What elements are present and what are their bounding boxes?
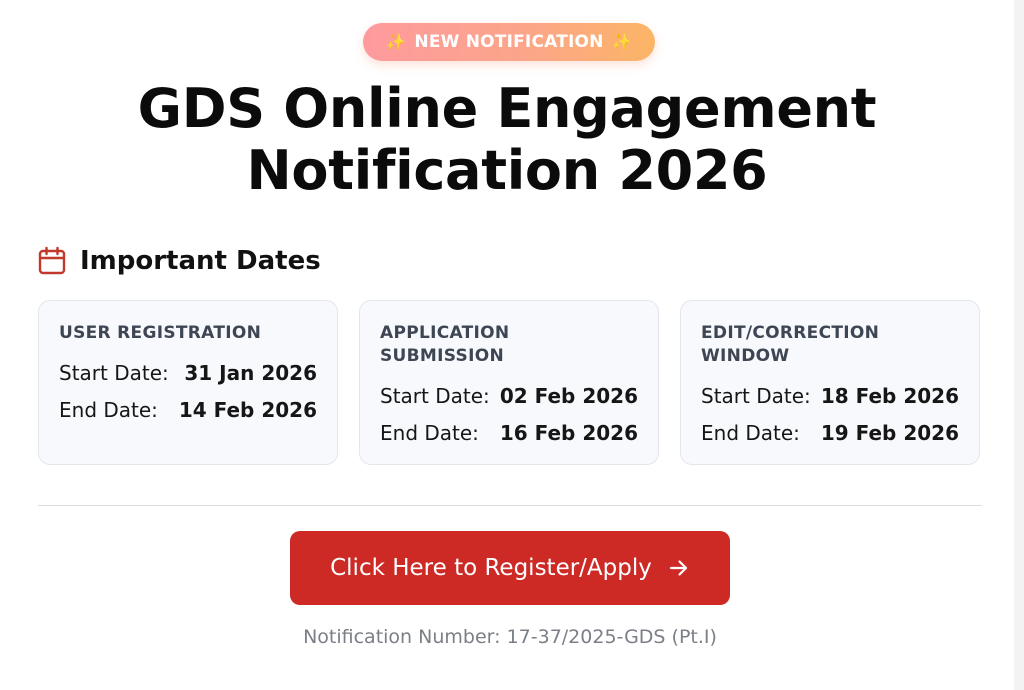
start-date-label: Start Date: <box>701 384 811 408</box>
register-apply-button[interactable]: Click Here to Register/Apply <box>290 531 730 605</box>
start-date-row: Start Date: 18 Feb 2026 <box>701 378 959 415</box>
sparkle-icon: ✨ <box>611 32 632 51</box>
start-date-value: 18 Feb 2026 <box>820 384 959 408</box>
important-dates-header: Important Dates <box>38 241 321 281</box>
end-date-label: End Date: <box>701 421 800 445</box>
notification-page: ✨ NEW NOTIFICATION ✨ GDS Online Engageme… <box>0 0 1014 690</box>
start-date-label: Start Date: <box>380 384 490 408</box>
notification-number: Notification Number: 17-37/2025-GDS (Pt.… <box>303 626 717 648</box>
end-date-value: 16 Feb 2026 <box>499 421 638 445</box>
start-date-value: 31 Jan 2026 <box>184 361 317 385</box>
card-title: APPLICATION SUBMISSION <box>380 323 510 366</box>
end-date-label: End Date: <box>380 421 479 445</box>
end-date-label: End Date: <box>59 398 158 422</box>
arrow-right-icon <box>669 560 687 576</box>
badge-label: NEW NOTIFICATION <box>414 32 604 52</box>
card-title: USER REGISTRATION <box>59 323 262 343</box>
user-registration-card: USER REGISTRATION Start Date: 31 Jan 202… <box>38 300 338 465</box>
page-title: GDS Online Engagement Notification 2026 <box>0 78 1014 202</box>
page-title-line-2: Notification 2026 <box>246 139 768 202</box>
end-date-row: End Date: 16 Feb 2026 <box>380 415 638 452</box>
end-date-row: End Date: 14 Feb 2026 <box>59 392 317 429</box>
start-date-row: Start Date: 31 Jan 2026 <box>59 355 317 392</box>
important-dates-title: Important Dates <box>80 246 321 276</box>
end-date-value: 14 Feb 2026 <box>178 398 317 422</box>
section-divider <box>38 505 982 506</box>
end-date-value: 19 Feb 2026 <box>820 421 959 445</box>
new-notification-badge: ✨ NEW NOTIFICATION ✨ <box>363 23 655 61</box>
application-submission-card: APPLICATION SUBMISSION Start Date: 02 Fe… <box>359 300 659 465</box>
start-date-value: 02 Feb 2026 <box>499 384 638 408</box>
page-title-line-1: GDS Online Engagement <box>137 77 877 140</box>
start-date-label: Start Date: <box>59 361 169 385</box>
start-date-row: Start Date: 02 Feb 2026 <box>380 378 638 415</box>
card-title: EDIT/CORRECTION WINDOW <box>701 323 880 366</box>
end-date-row: End Date: 19 Feb 2026 <box>701 415 959 452</box>
sparkle-icon: ✨ <box>386 32 407 51</box>
window-edge <box>1014 0 1024 690</box>
edit-correction-window-card: EDIT/CORRECTION WINDOW Start Date: 18 Fe… <box>680 300 980 465</box>
register-apply-label: Click Here to Register/Apply <box>330 555 652 581</box>
calendar-icon <box>38 246 66 275</box>
